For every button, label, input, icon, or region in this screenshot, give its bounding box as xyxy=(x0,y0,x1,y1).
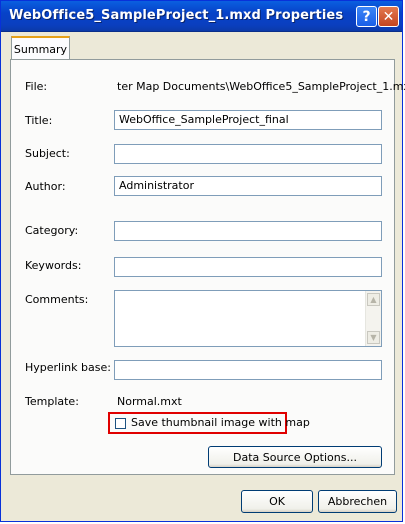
comments-textarea[interactable]: ▲ ▼ xyxy=(114,290,382,347)
properties-dialog: WebOffice5_SampleProject_1.mxd Propertie… xyxy=(0,0,405,522)
template-value: Normal.mxt xyxy=(117,395,182,408)
close-button[interactable]: ✕ xyxy=(378,6,399,27)
keywords-field[interactable] xyxy=(114,257,382,277)
comments-label: Comments: xyxy=(25,293,89,306)
ok-button[interactable]: OK xyxy=(241,490,313,513)
title-field[interactable]: WebOffice_SampleProject_final xyxy=(114,110,382,130)
data-source-options-button[interactable]: Data Source Options... xyxy=(208,446,382,468)
category-label: Category: xyxy=(25,224,79,237)
summary-panel: File: ter Map Documents\WebOffice5_Sampl… xyxy=(10,59,405,475)
comments-scrollbar[interactable]: ▲ ▼ xyxy=(365,291,381,346)
title-label: Title: xyxy=(25,114,53,127)
tab-summary-label: Summary xyxy=(13,42,68,56)
template-label: Template: xyxy=(25,395,79,408)
category-field[interactable] xyxy=(114,221,382,241)
subject-field[interactable] xyxy=(114,144,382,164)
author-label: Author: xyxy=(25,180,66,193)
file-value: ter Map Documents\WebOffice5_SampleProje… xyxy=(117,80,405,93)
scroll-down-icon[interactable]: ▼ xyxy=(367,331,380,344)
hyperlink-label: Hyperlink base: xyxy=(25,361,111,374)
help-icon: ? xyxy=(362,8,371,25)
title-bar[interactable]: WebOffice5_SampleProject_1.mxd Propertie… xyxy=(1,1,402,32)
scroll-up-icon[interactable]: ▲ xyxy=(367,293,380,306)
cancel-button[interactable]: Abbrechen xyxy=(318,490,397,513)
thumbnail-checkbox-label: Save thumbnail image with map xyxy=(131,416,310,429)
tab-summary[interactable]: Summary xyxy=(11,36,70,60)
hyperlink-field[interactable] xyxy=(114,360,382,380)
thumbnail-checkbox[interactable] xyxy=(115,418,126,429)
thumbnail-checkbox-row[interactable]: Save thumbnail image with map xyxy=(108,412,310,434)
author-field[interactable]: Administrator xyxy=(114,176,382,196)
help-button[interactable]: ? xyxy=(356,6,377,27)
subject-label: Subject: xyxy=(25,147,70,160)
file-label: File: xyxy=(25,80,48,93)
window-title: WebOffice5_SampleProject_1.mxd Propertie… xyxy=(9,8,344,23)
keywords-label: Keywords: xyxy=(25,259,82,272)
close-icon: ✕ xyxy=(382,8,395,25)
